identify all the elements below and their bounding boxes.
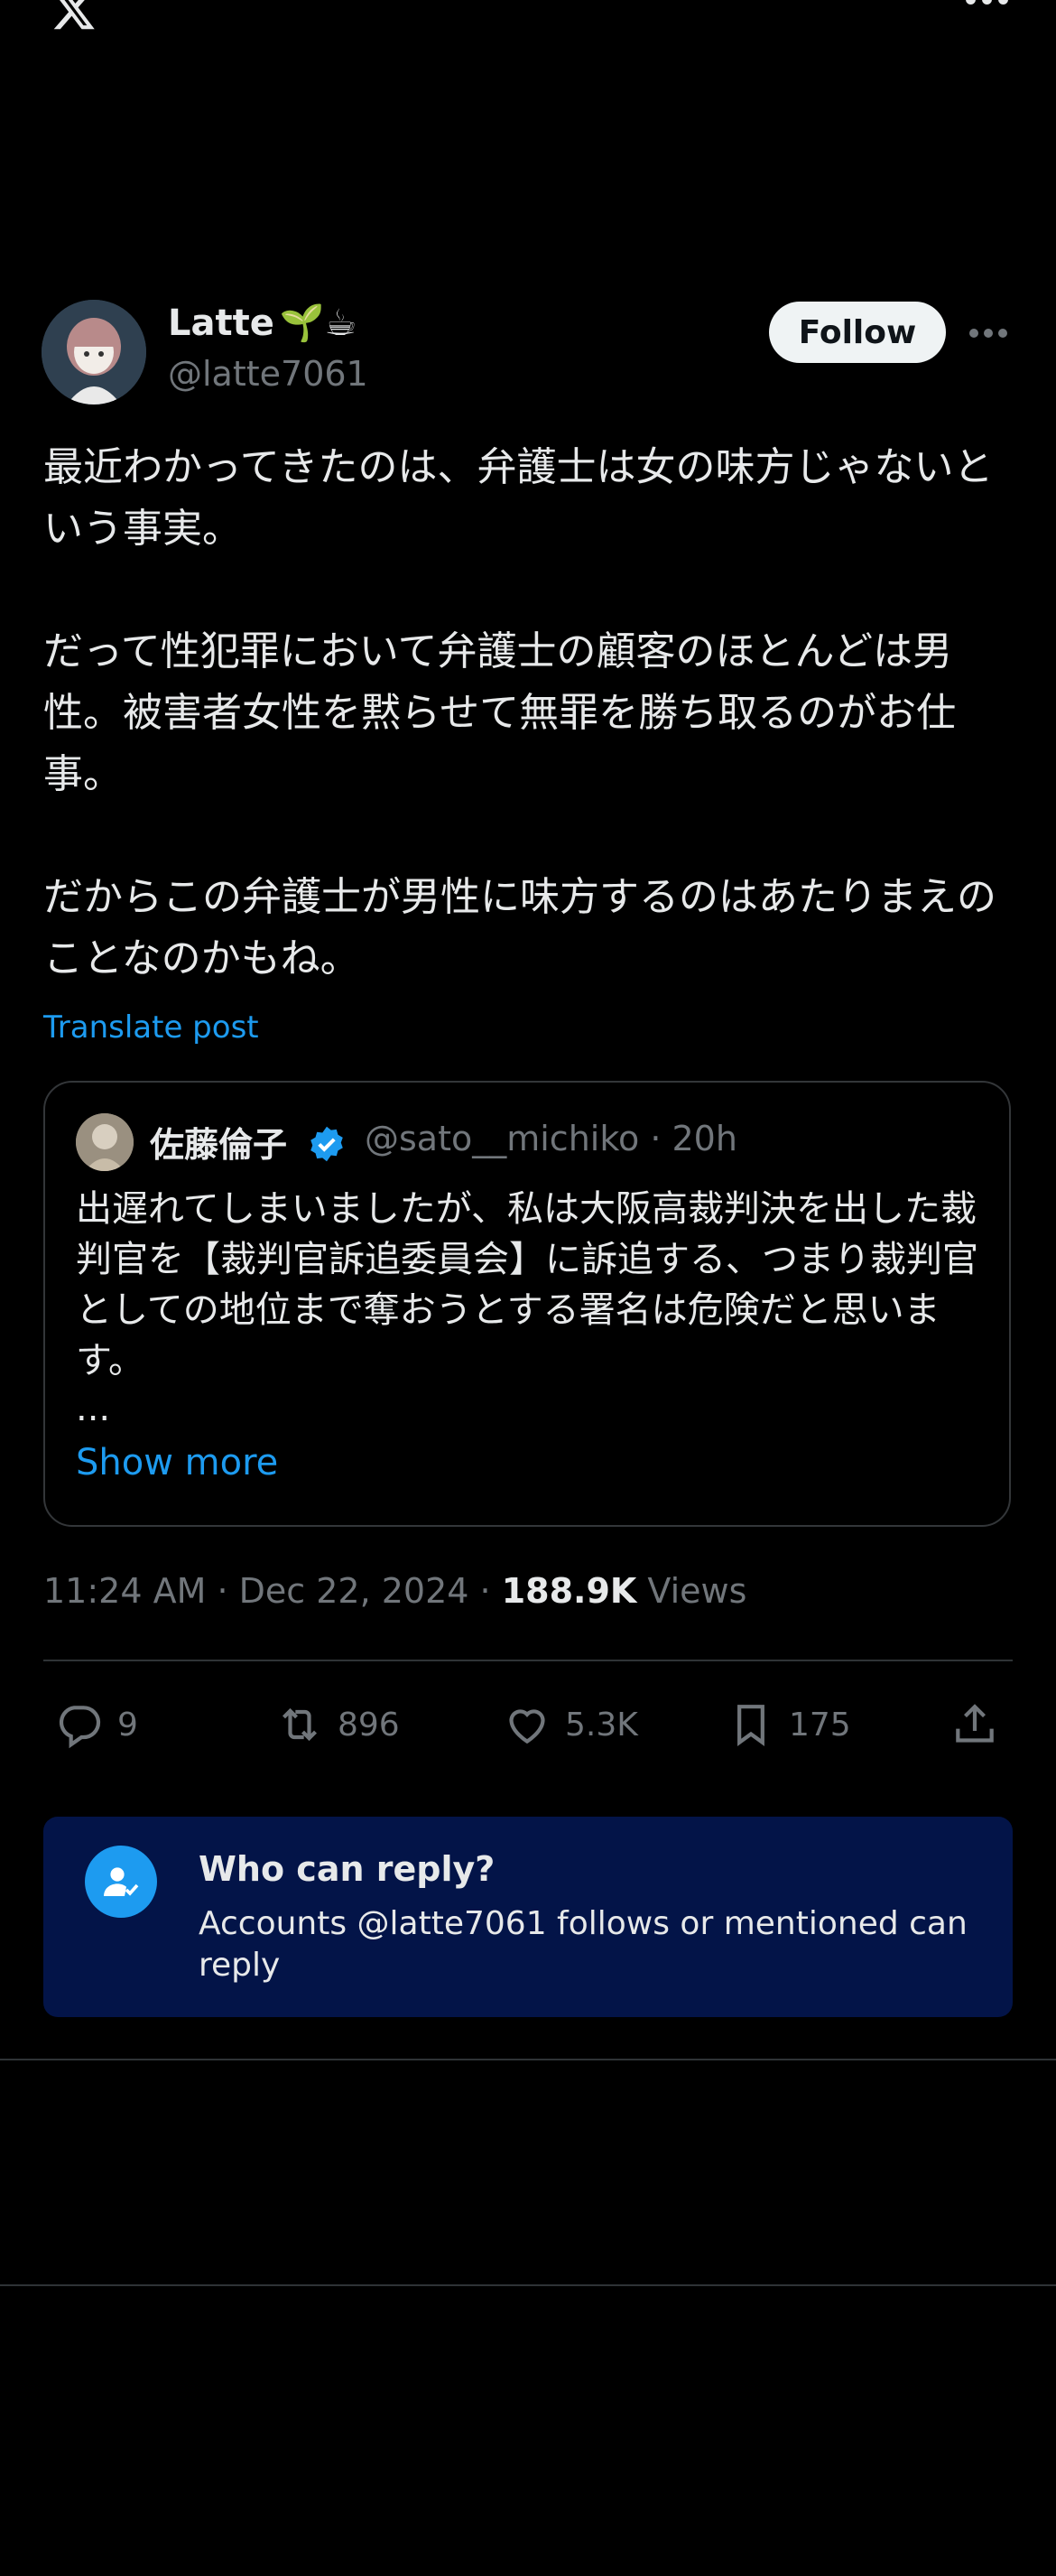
quoted-tweet[interactable]: 佐藤倫子 @sato__michiko · 20h 出遅れてしまいましたが、私は… bbox=[43, 1081, 1011, 1527]
divider bbox=[0, 2284, 1056, 2286]
quoted-author-name: 佐藤倫子 bbox=[150, 1125, 288, 1165]
quoted-text: 出遅れてしまいましたが、私は大阪高裁判決を出した裁判官を【裁判官訴追委員会】に訴… bbox=[76, 1188, 978, 1381]
repost-icon bbox=[283, 1707, 317, 1742]
reply-count: 9 bbox=[117, 1706, 138, 1744]
bookmark-button[interactable]: 175 bbox=[726, 1697, 851, 1752]
like-count: 5.3K bbox=[565, 1706, 638, 1744]
views-count: 188.9K bbox=[501, 1571, 637, 1611]
more-horizontal-icon[interactable] bbox=[966, 0, 1011, 13]
divider bbox=[0, 2059, 1056, 2060]
reply-button[interactable]: 9 bbox=[54, 1697, 138, 1752]
who-can-reply-box: Who can reply? Accounts @latte7061 follo… bbox=[43, 1817, 1013, 2017]
views-label: Views bbox=[636, 1571, 747, 1611]
who-can-reply-subtitle: Accounts @latte7061 follows or mentioned… bbox=[199, 1905, 968, 1984]
translate-post-link[interactable]: Translate post bbox=[43, 1009, 259, 1046]
timestamp[interactable]: 11:24 AM · Dec 22, 2024 · bbox=[43, 1571, 502, 1611]
verified-badge-icon bbox=[307, 1124, 347, 1164]
quoted-avatar bbox=[76, 1113, 134, 1171]
follow-button[interactable]: Follow bbox=[769, 302, 946, 363]
bookmark-icon bbox=[737, 1705, 764, 1746]
avatar[interactable] bbox=[42, 300, 146, 405]
share-button[interactable] bbox=[949, 1697, 1000, 1752]
divider bbox=[43, 1660, 1013, 1661]
bookmark-count: 175 bbox=[789, 1706, 851, 1744]
show-more-link[interactable]: Show more bbox=[76, 1442, 278, 1483]
who-can-reply-title: Who can reply? bbox=[199, 1849, 496, 1889]
quoted-ellipsis: ... bbox=[76, 1388, 111, 1429]
tweet-meta: 11:24 AM · Dec 22, 2024 · 188.9K Views bbox=[43, 1571, 746, 1611]
more-horizontal-icon[interactable] bbox=[969, 329, 1009, 339]
repost-button[interactable]: 896 bbox=[274, 1697, 400, 1752]
author-name-text: Latte bbox=[168, 302, 274, 344]
quoted-handle: @sato__michiko · 20h bbox=[365, 1119, 737, 1158]
x-logo-icon[interactable] bbox=[43, 0, 105, 33]
repost-count: 896 bbox=[338, 1706, 400, 1744]
tweet-text: 最近わかってきたのは、弁護士は女の味方じゃないという事実。 だって性犯罪において… bbox=[43, 444, 996, 981]
reply-icon bbox=[59, 1706, 101, 1749]
author-emoji: 🌱☕ bbox=[279, 302, 357, 344]
share-icon bbox=[956, 1704, 994, 1743]
like-button[interactable]: 5.3K bbox=[502, 1697, 638, 1752]
author-handle[interactable]: @latte7061 bbox=[168, 354, 368, 394]
heart-icon bbox=[509, 1709, 545, 1744]
person-check-icon bbox=[85, 1846, 157, 1918]
author-name[interactable]: Latte 🌱☕ bbox=[168, 302, 357, 345]
